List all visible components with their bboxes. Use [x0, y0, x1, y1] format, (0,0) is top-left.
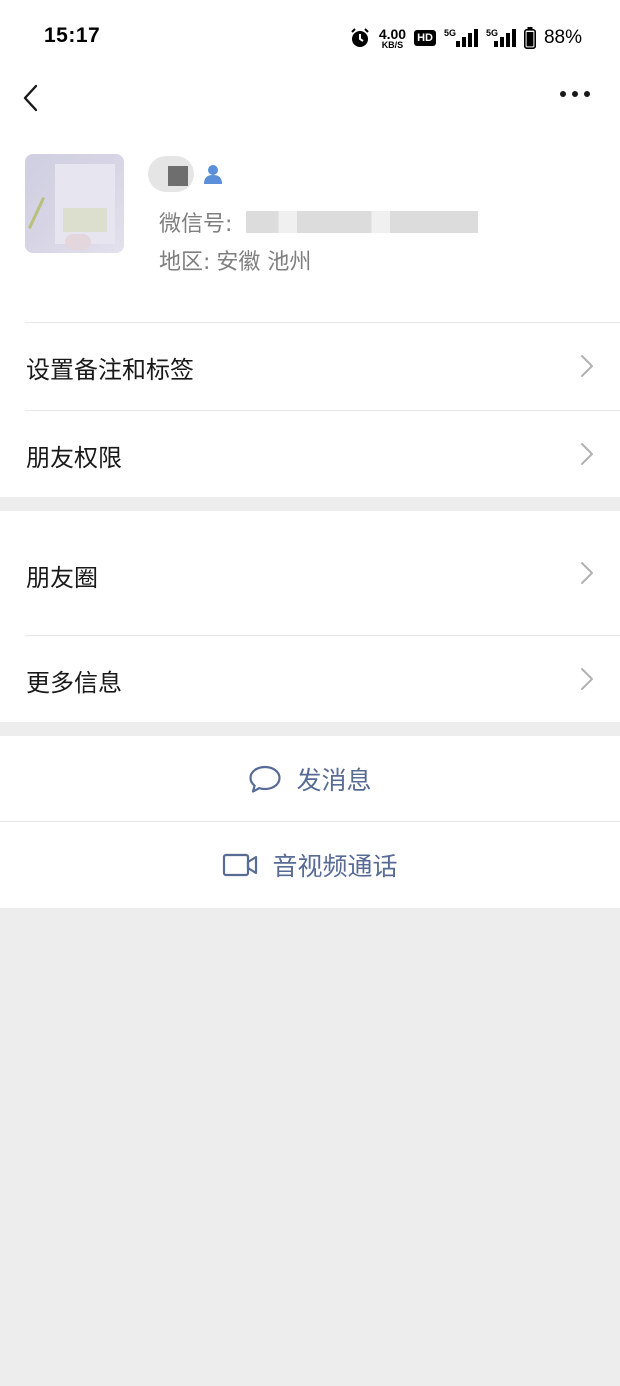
menu-item-label: 朋友权限: [26, 444, 122, 472]
battery-percentage: 88%: [543, 27, 582, 48]
menu-item-label: 朋友圈: [26, 564, 98, 592]
chevron-left-icon: [23, 84, 38, 112]
signal-2-label: 5G: [486, 28, 498, 38]
chat-bubble-icon: [249, 765, 282, 793]
chevron-right-icon: [581, 562, 593, 584]
nav-bar: [0, 70, 620, 130]
menu-item-more-info[interactable]: 更多信息: [0, 635, 620, 722]
signal-5g-icon-2: 5G: [486, 28, 516, 47]
video-call-button[interactable]: 音视频通话: [0, 822, 620, 908]
region-label: 地区:: [159, 250, 211, 275]
avatar[interactable]: [25, 154, 124, 253]
contact-profile-page: 15:17 4.00 KB/S HD 5G 5G 88% 微信号: 地区: 安徽…: [0, 0, 620, 1386]
chevron-right-icon: [581, 668, 593, 690]
status-time: 15:17: [44, 24, 101, 47]
network-speed-value: 4.00: [378, 25, 407, 42]
network-speed: 4.00 KB/S: [379, 27, 406, 50]
profile-header: 微信号: 地区: 安徽 池州: [0, 130, 620, 323]
network-speed-unit: KB/S: [381, 39, 404, 50]
signal-5g-icon: 5G: [444, 28, 478, 47]
region-value: 安徽 池州: [216, 250, 312, 275]
menu-item-label: 设置备注和标签: [26, 356, 194, 384]
menu-item-moments[interactable]: 朋友圈: [0, 511, 620, 635]
more-dots-icon: [560, 91, 590, 97]
signal-1-label: 5G: [444, 28, 456, 38]
back-button[interactable]: [14, 76, 50, 120]
hd-badge: HD: [414, 30, 436, 46]
send-message-button[interactable]: 发消息: [0, 736, 620, 821]
nickname-redacted: [148, 156, 194, 192]
action-divider: [0, 821, 620, 822]
menu-item-remark-tags[interactable]: 设置备注和标签: [0, 322, 620, 410]
chevron-right-icon: [581, 355, 593, 377]
more-options-button[interactable]: [556, 82, 596, 106]
status-icons: 4.00 KB/S HD 5G 5G 88%: [349, 24, 582, 52]
video-camera-icon: [223, 853, 258, 877]
send-message-label: 发消息: [296, 765, 372, 795]
name-row: [148, 154, 224, 194]
wechat-id-line: 微信号:: [159, 206, 479, 238]
region-line: 地区: 安徽 池州: [159, 244, 311, 276]
menu-item-friend-permissions[interactable]: 朋友权限: [0, 410, 620, 497]
chevron-right-icon: [581, 443, 593, 465]
contact-person-icon: [204, 165, 222, 184]
alarm-icon: [351, 28, 369, 47]
wechat-id-redacted: [246, 211, 479, 233]
battery-icon: [523, 27, 536, 49]
video-call-label: 音视频通话: [272, 852, 398, 881]
menu-item-label: 更多信息: [26, 669, 122, 697]
wechat-id-label: 微信号:: [159, 212, 233, 237]
status-bar: 15:17 4.00 KB/S HD 5G 5G 88%: [0, 0, 620, 70]
